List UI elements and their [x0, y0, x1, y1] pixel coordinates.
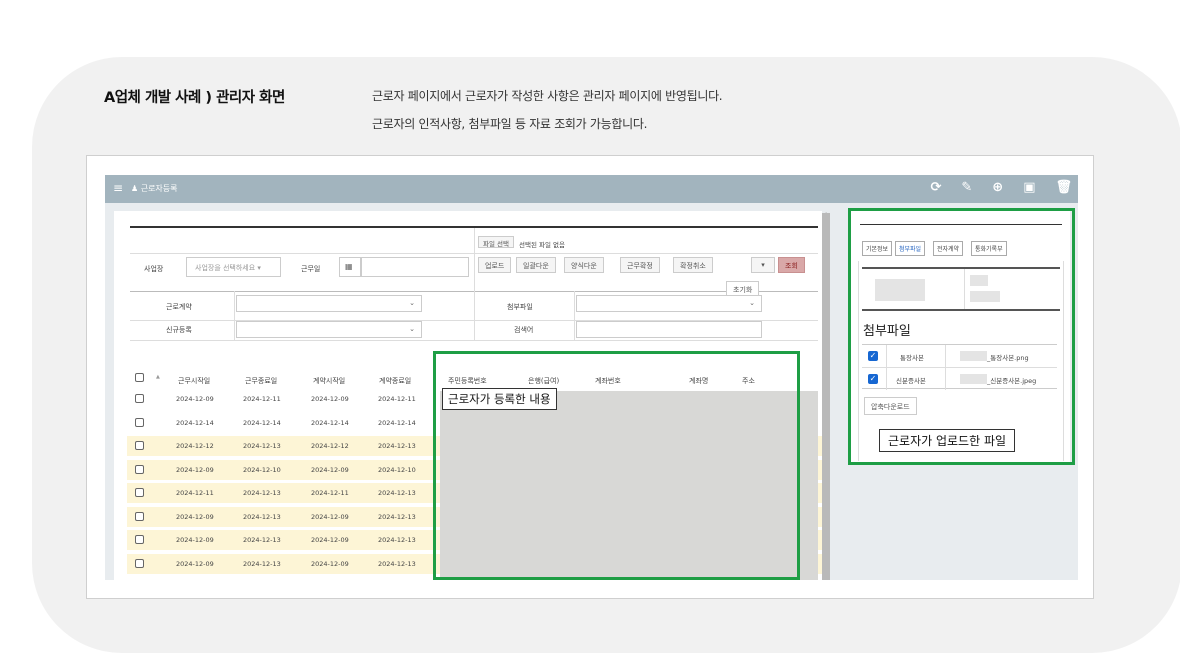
app-topbar: ≡ ♟ 근로자등록 ⟳ ✎ ⊕ ▣ 🗑 [105, 175, 1078, 203]
row-checkbox[interactable] [135, 417, 144, 427]
table-cell: 2024-12-13 [243, 559, 281, 568]
newreg-select[interactable]: ⌄ [236, 321, 422, 338]
table-cell: 2024-12-13 [243, 442, 281, 450]
table-cell: 2024-12-12 [311, 442, 349, 450]
col-contract-end[interactable]: 계약종료일 [379, 376, 411, 386]
scrollbar[interactable] [822, 213, 830, 580]
bulk-download-button[interactable]: 일괄다운 [516, 257, 556, 273]
table-cell: 2024-12-14 [176, 418, 214, 427]
file-status: 선택된 파일 없음 [519, 241, 565, 249]
app-screenshot: ≡ ♟ 근로자등록 ⟳ ✎ ⊕ ▣ 🗑 사업장 사업장을 선택하세요 ▾ 근무일… [86, 155, 1094, 599]
table-cell: 2024-12-14 [243, 418, 281, 427]
upload-button[interactable]: 업로드 [478, 257, 512, 273]
menu-icon[interactable]: ≡ [113, 181, 123, 195]
table-cell: 2024-12-13 [378, 512, 416, 521]
delete-icon[interactable]: 🗑 [1055, 180, 1072, 195]
table-cell: 2024-12-09 [311, 559, 349, 568]
template-download-button[interactable]: 양식다운 [564, 257, 604, 273]
description-line-2: 근로자의 인적사항, 첨부파일 등 자료 조회가 가능합니다. [372, 117, 648, 131]
row-checkbox[interactable] [135, 441, 144, 450]
table-cell: 2024-12-11 [311, 489, 349, 497]
workday-label: 근무일 [301, 265, 321, 273]
file-select-button[interactable]: 파일 선택 [478, 236, 514, 248]
table-cell: 2024-12-13 [243, 489, 281, 497]
table-cell: 2024-12-10 [243, 465, 281, 474]
row-checkbox[interactable] [135, 394, 144, 403]
cancel-confirm-button[interactable]: 확정취소 [673, 257, 713, 273]
row-checkbox[interactable] [135, 535, 144, 544]
save-icon[interactable]: ▣ [1023, 180, 1035, 195]
table-cell: 2024-12-11 [378, 395, 416, 403]
row-checkbox[interactable] [135, 464, 144, 474]
table-cell: 2024-12-13 [378, 559, 416, 568]
attach-label: 첨부파일 [507, 303, 533, 311]
table-cell: 2024-12-11 [176, 489, 214, 497]
row-checkbox[interactable] [135, 488, 144, 497]
col-work-start[interactable]: 근무시작일 [178, 376, 210, 386]
table-cell: 2024-12-14 [378, 418, 416, 427]
refresh-icon[interactable]: ⟳ [930, 180, 941, 195]
table-cell: 2024-12-14 [311, 418, 349, 427]
highlight-box-uploaded-files [848, 208, 1075, 465]
table-cell: 2024-12-13 [378, 489, 416, 497]
table-cell: 2024-12-12 [176, 442, 214, 450]
highlight-box-worker-input [433, 351, 800, 580]
workplace-select[interactable]: 사업장을 선택하세요 ▾ [186, 257, 281, 277]
table-cell: 2024-12-13 [378, 536, 416, 544]
table-cell: 2024-12-09 [176, 536, 214, 544]
col-work-end[interactable]: 근무종료일 [245, 376, 277, 386]
add-icon[interactable]: ⊕ [992, 180, 1003, 195]
callout-uploaded-files: 근로자가 업로드한 파일 [879, 429, 1016, 452]
table-cell: 2024-12-09 [311, 395, 349, 403]
table-cell: 2024-12-09 [311, 512, 349, 521]
contract-select[interactable]: ⌄ [236, 295, 422, 312]
newreg-label: 신규등록 [166, 326, 192, 334]
table-cell: 2024-12-09 [311, 465, 349, 474]
page-title: A업체 개발 사례 ) 관리자 화면 [104, 90, 285, 106]
table-cell: 2024-12-09 [176, 465, 214, 474]
keyword-label: 검색어 [514, 326, 534, 334]
app-title: ♟ 근로자등록 [131, 184, 178, 193]
description-line-1: 근로자 페이지에서 근로자가 작성한 사항은 관리자 페이지에 반영됩니다. [372, 89, 723, 103]
table-cell: 2024-12-13 [243, 536, 281, 544]
attach-select[interactable]: ⌄ [576, 295, 762, 312]
table-cell: 2024-12-09 [176, 512, 214, 521]
table-cell: 2024-12-13 [243, 512, 281, 521]
workday-input[interactable] [361, 257, 469, 277]
dropdown-button[interactable]: ▾ [751, 257, 775, 273]
edit-icon[interactable]: ✎ [961, 180, 972, 195]
table-cell: 2024-12-09 [176, 559, 214, 568]
confirm-work-button[interactable]: 근무확정 [620, 257, 660, 273]
table-cell: 2024-12-10 [378, 465, 416, 474]
table-cell: 2024-12-09 [176, 395, 214, 403]
workplace-label: 사업장 [144, 265, 164, 273]
calendar-icon[interactable]: ▦ [339, 257, 361, 277]
sort-icon[interactable]: ▲ [156, 374, 160, 380]
contract-label: 근로계약 [166, 303, 192, 311]
row-checkbox[interactable] [135, 511, 144, 521]
callout-worker-input: 근로자가 등록한 내용 [442, 388, 557, 410]
search-button[interactable]: 조회 [778, 257, 805, 273]
col-contract-start[interactable]: 계약시작일 [313, 376, 345, 386]
row-checkbox[interactable] [135, 558, 144, 568]
table-cell: 2024-12-09 [311, 536, 349, 544]
keyword-input[interactable] [576, 321, 762, 338]
table-cell: 2024-12-13 [378, 442, 416, 450]
table-cell: 2024-12-11 [243, 395, 281, 403]
select-all-checkbox[interactable] [135, 373, 144, 382]
